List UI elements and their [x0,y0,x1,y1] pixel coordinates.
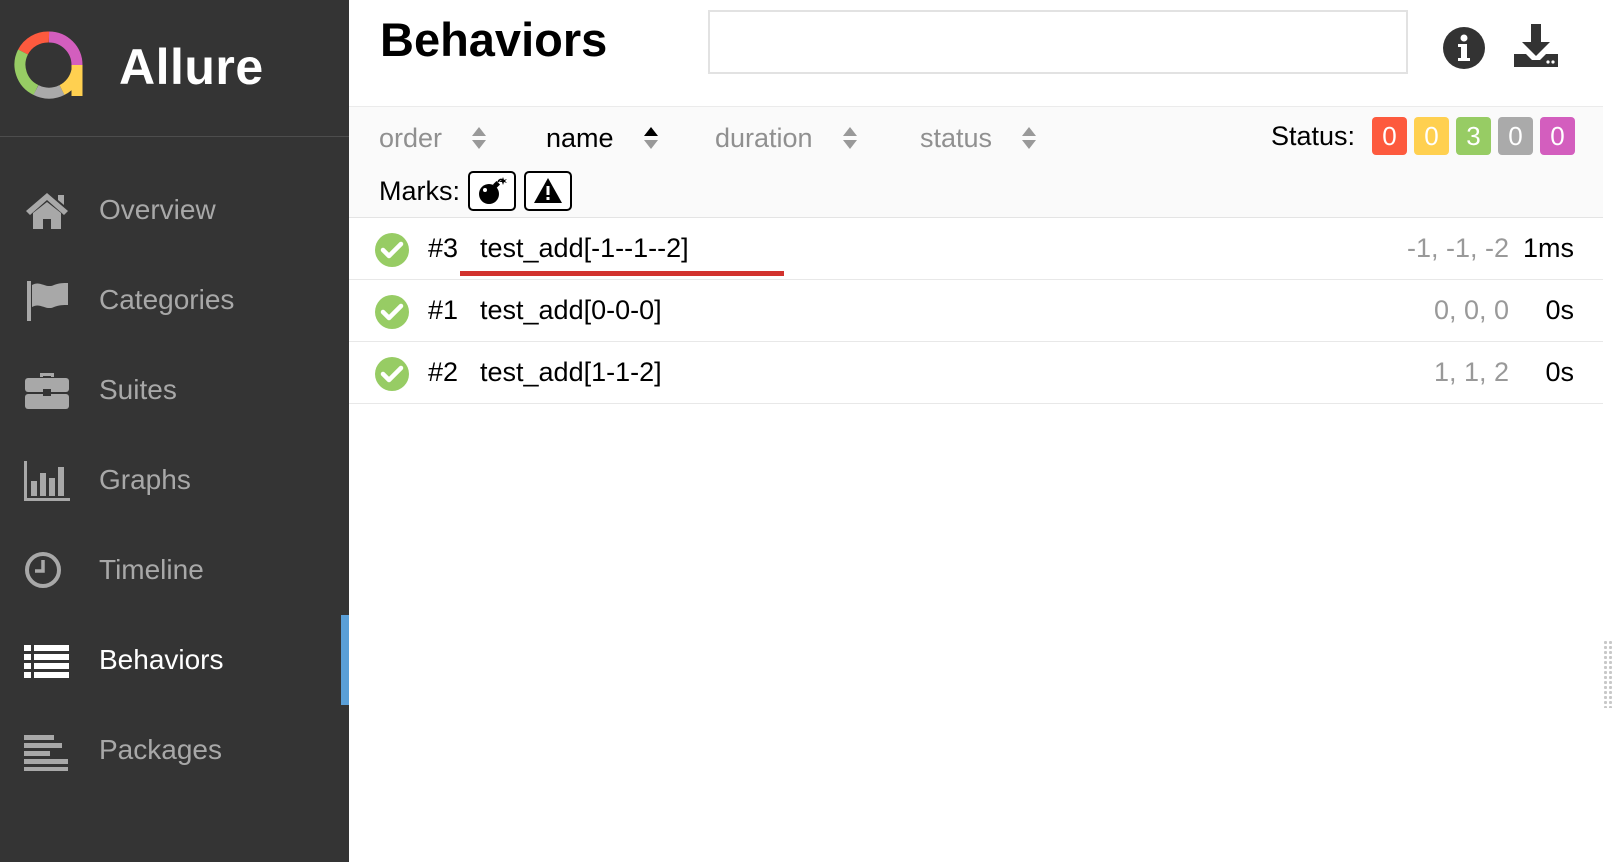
sort-icon [1022,127,1037,149]
passed-check-icon [375,233,409,267]
sidebar-item-behaviors[interactable]: Behaviors [0,615,349,705]
flag-icon [27,281,68,321]
sorter-label: name [546,122,614,153]
test-duration: 1ms [1522,233,1574,263]
passed-check-icon [375,357,409,391]
test-row[interactable]: #1 test_add[0-0-0] 0, 0, 0 0s [349,280,1603,342]
test-duration: 0s [1545,295,1574,325]
passed-check-icon [375,295,409,329]
status-badge-skipped[interactable]: 0 [1498,117,1533,155]
sort-by-order[interactable]: order [379,119,488,157]
sort-asc-icon [643,127,658,149]
home-icon [26,193,68,229]
test-duration: 0s [1545,357,1574,387]
test-order: #2 [428,357,459,387]
pane-resize-handle[interactable] [1603,640,1613,708]
clock-icon [25,552,61,588]
sidebar-item-label: Packages [99,734,222,765]
test-name: test_add[1-1-2] [480,357,662,387]
new-failed-mark-button[interactable] [524,171,572,211]
brand-name: Allure [119,39,264,95]
sidebar: Allure Overview Categories Suites Graphs… [0,0,349,862]
sidebar-item-label: Timeline [99,554,204,585]
sorter-label: order [379,122,443,153]
highlight-underline [460,271,784,276]
test-params: -1, -1, -2 [1406,233,1509,263]
bar-chart-icon [24,461,70,501]
sidebar-item-timeline[interactable]: Timeline [0,525,349,615]
list-icon [24,645,69,678]
page-title: Behaviors [380,13,608,66]
brand[interactable]: Allure [0,0,349,137]
sorter-label: duration [715,122,813,153]
marks-filter: Marks: [379,171,580,211]
test-order: #1 [428,295,459,325]
search-input[interactable] [708,10,1408,74]
warning-icon [534,178,562,203]
sidebar-item-label: Suites [99,374,177,405]
sidebar-item-label: Graphs [99,464,191,495]
info-icon[interactable] [1442,26,1486,70]
flaky-mark-button[interactable] [468,171,516,211]
status-badge-passed[interactable]: 3 [1456,117,1491,155]
tree-toolbar: order name duration status Status: 0 0 3… [349,106,1603,218]
sidebar-item-packages[interactable]: Packages [0,705,349,795]
status-badge-broken[interactable]: 0 [1414,117,1449,155]
marks-label: Marks: [379,175,460,206]
sidebar-item-overview[interactable]: Overview [0,165,349,255]
status-filter: Status: 0 0 3 0 0 [1271,117,1575,155]
sidebar-item-categories[interactable]: Categories [0,255,349,345]
status-label: Status: [1270,120,1355,151]
sort-by-status[interactable]: status [920,119,1038,157]
test-name: test_add[0-0-0] [480,295,662,325]
active-indicator [341,615,349,705]
test-params: 1, 1, 2 [1433,357,1509,387]
test-params: 0, 0, 0 [1433,295,1509,325]
allure-logo-icon [14,31,83,99]
download-icon[interactable] [1512,22,1560,70]
briefcase-icon [25,373,69,409]
sort-by-name[interactable]: name [546,119,660,157]
status-badge-failed[interactable]: 0 [1372,117,1407,155]
align-left-icon [24,735,68,771]
sidebar-item-label: Categories [99,284,235,315]
test-row[interactable]: #2 test_add[1-1-2] 1, 1, 2 0s [349,342,1603,404]
sidebar-item-suites[interactable]: Suites [0,345,349,435]
status-badge-unknown[interactable]: 0 [1540,117,1575,155]
sidebar-item-graphs[interactable]: Graphs [0,435,349,525]
test-order: #3 [428,233,459,263]
sorter-label: status [920,122,993,153]
sidebar-item-label: Overview [99,194,216,225]
test-name: test_add[-1--1--2] [480,233,689,263]
bomb-icon [479,177,507,204]
sort-icon [472,127,487,149]
sort-icon [842,127,857,149]
sort-by-duration[interactable]: duration [715,119,859,157]
sidebar-item-label: Behaviors [99,644,224,675]
